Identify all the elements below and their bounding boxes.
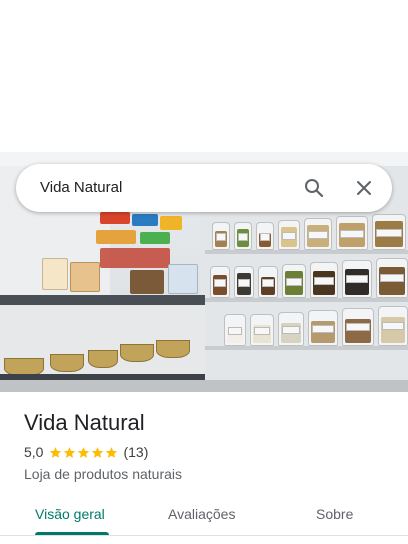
star-icon (50, 446, 62, 458)
review-count[interactable]: (13) (123, 444, 148, 460)
search-input[interactable]: Vida Natural (40, 178, 122, 198)
tabs-divider (0, 535, 408, 536)
photo-jar (258, 266, 278, 298)
star-icon (92, 446, 104, 458)
photo-basket (120, 344, 154, 362)
photo-jar (250, 314, 274, 346)
tab-about[interactable]: Sobre (316, 505, 353, 523)
photo-basket (50, 354, 84, 372)
photo-counter-top (0, 295, 205, 305)
photo-jar (234, 222, 252, 250)
photo-product (100, 248, 170, 268)
close-icon[interactable] (352, 176, 376, 200)
photo-product (96, 230, 136, 244)
place-category[interactable]: Loja de produtos naturais (24, 465, 182, 483)
photo-jar (310, 262, 338, 298)
photo-jar (224, 314, 246, 346)
rating-row[interactable]: 5,0 (13) (24, 443, 148, 461)
photo-shelf (205, 298, 408, 302)
photo-basket (156, 340, 190, 358)
photo-jar (212, 222, 230, 250)
photo-jar (278, 312, 304, 346)
tab-overview[interactable]: Visão geral (35, 505, 105, 523)
photo-jar (372, 214, 406, 250)
photo-jar (304, 218, 332, 250)
photo-product (168, 264, 198, 294)
photo-jar (342, 308, 374, 346)
photo-product (100, 212, 130, 224)
photo-product (140, 232, 170, 244)
photo-product (42, 258, 68, 290)
photo-jar (210, 266, 230, 298)
rating-value: 5,0 (24, 444, 44, 460)
photo-product (130, 270, 164, 294)
photo-jar (256, 222, 274, 250)
photo-product (70, 262, 100, 292)
tab-reviews[interactable]: Avaliações (168, 505, 235, 523)
photo-floor (0, 380, 408, 392)
star-icon (64, 446, 76, 458)
photo-jar (378, 306, 408, 346)
star-icon (78, 446, 90, 458)
star-icon (106, 446, 118, 458)
map-top-area (0, 0, 408, 152)
place-title: Vida Natural (24, 410, 145, 435)
star-rating (49, 446, 118, 459)
photo-jar (234, 266, 254, 298)
search-bar[interactable]: Vida Natural (16, 164, 392, 212)
photo-product (160, 216, 182, 230)
photo-jar (342, 260, 372, 298)
photo-basket (88, 350, 118, 368)
photo-jar (376, 258, 408, 298)
photo-product (132, 214, 158, 226)
photo-shelf (205, 346, 408, 350)
search-icon[interactable] (302, 176, 326, 200)
tab-bar: Visão geral Avaliações Sobre (0, 500, 408, 536)
photo-jar (278, 220, 300, 250)
photo-jar (282, 264, 306, 298)
photo-jar (308, 310, 338, 346)
photo-shelf (205, 250, 408, 254)
photo-jar (336, 216, 368, 250)
